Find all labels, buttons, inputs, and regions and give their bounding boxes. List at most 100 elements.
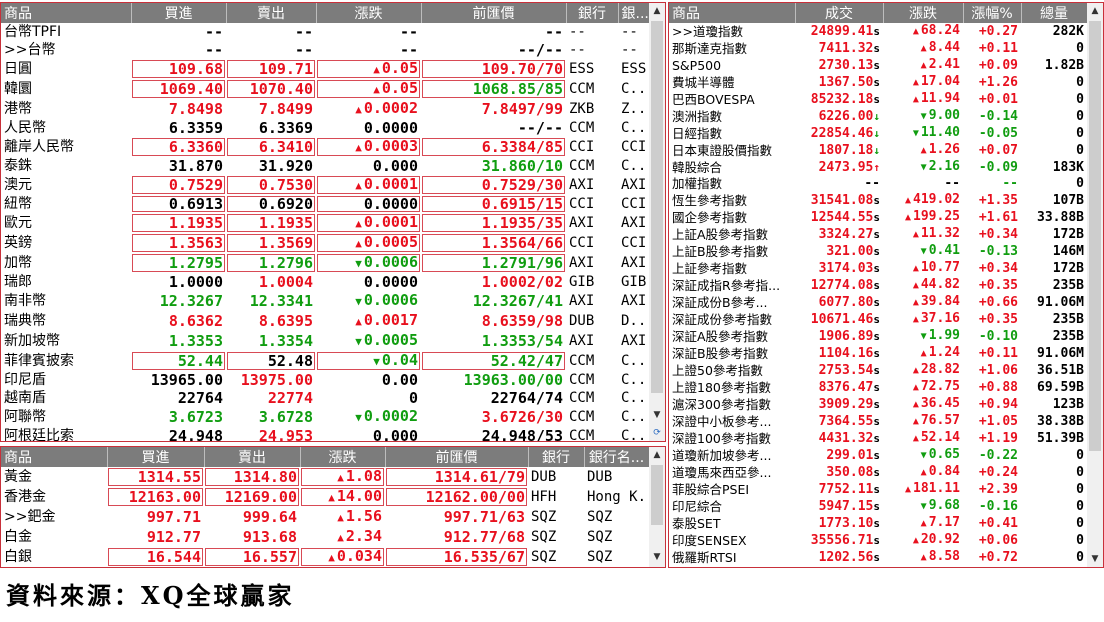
table-row[interactable]: 道瓊馬來西亞參... 350.08s ▲ 0.84 +0.24 0	[669, 464, 1087, 481]
table-row[interactable]: 泰股SET 1773.10s ▲ 7.17 +0.41 0	[669, 515, 1087, 532]
table-row[interactable]: 恆生參考指數 31541.08s ▲ 419.02 +1.35 107B	[669, 192, 1087, 209]
column-header[interactable]: 前匯價	[385, 447, 529, 467]
table-row[interactable]: 韓股綜合 2473.95↑ ▼ 2.16 -0.09 183K	[669, 159, 1087, 176]
metals-scroll-thumb[interactable]	[651, 465, 663, 525]
table-row[interactable]: 巴西BOVESPA 85232.18s ▲ 11.94 +0.01 0	[669, 91, 1087, 108]
table-row[interactable]: 印度SENSEX 35556.71s ▲ 20.92 +0.06 0	[669, 532, 1087, 549]
column-header[interactable]: 買進	[107, 447, 205, 467]
data-source-caption: 資料來源：XQ全球贏家	[6, 581, 295, 610]
table-row[interactable]: 日本東證股價指數 1807.18↓ ▲ 1.26 +0.07 0	[669, 142, 1087, 159]
indices-scroll-up-icon[interactable]: ▲	[1087, 3, 1103, 19]
table-row[interactable]: 白銀 16.544 16.557 ▲ 0.034 16.535/67 SQZ SQZ	[1, 547, 649, 567]
total-volume: 0	[1076, 481, 1084, 497]
table-row[interactable]: 上証參考指數 3174.03s ▲ 10.77 +0.34 172B	[669, 260, 1087, 277]
table-row[interactable]: >>鈀金 997.71 999.64 ▲ 1.56 997.71/63 SQZ SQZ	[1, 507, 649, 527]
table-row[interactable]: 深証A股參考指數 1906.89s ▼ 1.99 -0.10 235B	[669, 328, 1087, 345]
table-row[interactable]: 深証成指R參考指... 12774.08s ▲ 44.82 +0.35 235B	[669, 277, 1087, 294]
table-row[interactable]: 道瓊英國參考指數345.09s▼0.51-0.150	[669, 566, 1087, 567]
table-row[interactable]: 香港金 12163.00 12169.00 ▲ 14.00 12162.00/00 HFH H…	[1, 487, 649, 507]
table-row[interactable]: 印尼盾 13965.00 13975.00 0.00 13963.00/00 CCM C..…	[1, 371, 649, 389]
table-row[interactable]: 上證50參考指數 2753.54s ▲ 28.82 +1.06 36.51B	[669, 362, 1087, 379]
table-row[interactable]: 深証成份B參考... 6077.80s ▲ 39.84 +0.66 91.06M	[669, 294, 1087, 311]
column-header[interactable]: 銀行	[528, 447, 585, 467]
fx-scrollbar[interactable]: ▲ ▼ ⟳	[649, 3, 665, 441]
column-header[interactable]: 漲跌	[300, 447, 386, 467]
table-row[interactable]: 泰銖 31.870 31.920 0.000 31.860/10 CCM C...	[1, 157, 649, 175]
metals-scrollbar[interactable]: ▲ ▼	[649, 447, 665, 567]
table-row[interactable]: 俄羅斯RTSI 1202.56s ▲ 8.58 +0.72 0	[669, 549, 1087, 566]
table-row[interactable]: 韓圜1069.401070.40▲0.051068.85/85CCMC...	[1, 79, 649, 99]
indices-scroll-down-icon[interactable]: ▼	[1087, 551, 1103, 567]
table-row[interactable]: 印尼綜合 5947.15s ▼ 9.68 -0.16 0	[669, 498, 1087, 515]
prev-rate: 1.1935/35	[421, 213, 566, 233]
metals-scroll-down-icon[interactable]: ▼	[649, 549, 665, 565]
column-header[interactable]: 商品	[1, 447, 108, 467]
table-row[interactable]: 上證180參考指數 8376.47s ▲ 72.75 +0.88 69.59B	[669, 379, 1087, 396]
table-row[interactable]: 台幣TPFI -- -- -- -- -- --	[1, 23, 649, 41]
table-row[interactable]: 澳洲指數 6226.00↓ ▼ 9.00 -0.14 0	[669, 108, 1087, 125]
table-row[interactable]: 上証A股參考指數 3324.27s ▲ 11.32 +0.34 172B	[669, 226, 1087, 243]
table-row[interactable]: >>道瓊指數 24899.41s ▲ 68.24 +0.27 282K	[669, 23, 1087, 40]
table-row[interactable]: 英鎊 1.3563 1.3569 ▲ 0.0005 1.3564/66 CCI CCI	[1, 233, 649, 253]
metals-scroll-up-icon[interactable]: ▲	[649, 447, 665, 463]
table-row[interactable]: 紐幣 0.6913 0.6920 0.0000 0.6915/15 CCI CCI	[1, 195, 649, 213]
total-volume: 0	[1076, 447, 1084, 463]
column-header[interactable]: 商品	[1, 3, 132, 23]
bank-name: AXI	[621, 177, 647, 193]
column-header[interactable]: 銀行	[566, 3, 619, 23]
table-row[interactable]: 加幣 1.2795 1.2796 ▼ 0.0006 1.2791/96 AXI AXI	[1, 253, 649, 273]
column-header[interactable]: 買進	[131, 3, 227, 23]
column-header[interactable]: 漲跌	[316, 3, 422, 23]
table-row[interactable]: 深證中小板參考... 7364.55s ▲ 76.57 +1.05 38.38B	[669, 413, 1087, 430]
scroll-up-icon[interactable]: ▲	[649, 3, 665, 19]
table-row[interactable]: 道瓊新加坡參考... 299.01s ▼ 0.65 -0.22 0	[669, 447, 1087, 464]
table-row[interactable]: 滬深300參考指數 3909.29s ▲ 36.45 +0.94 123B	[669, 396, 1087, 413]
table-row[interactable]: 那斯達克指數 7411.32s ▲ 8.44 +0.11 0	[669, 40, 1087, 57]
scroll-down-icon[interactable]: ▼	[649, 407, 665, 423]
column-header[interactable]: 成交	[795, 3, 884, 23]
table-row[interactable]: 上証B股參考指數 321.00s ▼ 0.41 -0.13 146M	[669, 243, 1087, 260]
table-row[interactable]: 費城半導體 1367.50s ▲ 17.04 +1.26 0	[669, 74, 1087, 91]
table-row[interactable]: 南非幣 12.3267 12.3341 ▼ 0.0006 12.3267/41 AXI AXI	[1, 291, 649, 311]
table-row[interactable]: 深證100參考指數 4431.32s ▲ 52.14 +1.19 51.39B	[669, 430, 1087, 447]
table-row[interactable]: 日經指數 22854.46↓ ▼ 11.40 -0.05 0	[669, 125, 1087, 142]
table-row[interactable]: 黃金 1314.55 1314.80 ▲ 1.08 1314.61/79 DUB DUB	[1, 467, 649, 487]
table-row[interactable]: 白金 912.77 913.68 ▲ 2.34 912.77/68 SQZ SQZ	[1, 527, 649, 547]
table-row[interactable]: 越南盾 22764 22774 0 22764/74 CCM C...	[1, 389, 649, 407]
table-row[interactable]: 國企參考指數 12544.55s ▲ 199.25 +1.61 33.88B	[669, 209, 1087, 226]
column-header[interactable]: 銀行名...	[584, 447, 650, 467]
table-row[interactable]: 阿聯幣3.67233.6728▼0.00023.6726/30CCMC...	[1, 407, 649, 427]
table-row[interactable]: 日圓 109.68 109.71 ▲ 0.05 109.70/70 ESS ESS	[1, 59, 649, 79]
table-row[interactable]: 瑞典幣8.63628.6395▲0.00178.6359/98DUBD...	[1, 311, 649, 331]
table-row[interactable]: >>台幣 -- -- -- --/-- -- --	[1, 41, 649, 59]
indices-scroll-thumb[interactable]	[1089, 21, 1101, 451]
column-header[interactable]: 漲跌	[883, 3, 964, 23]
column-header[interactable]: 漲幅%	[963, 3, 1022, 23]
table-row[interactable]: 菲股綜合PSEI 7752.11s ▲ 181.11 +2.39 0	[669, 481, 1087, 498]
table-row[interactable]: 加權指數 -- -- -- 0	[669, 176, 1087, 192]
indices-scrollbar[interactable]: ▲ ▼	[1087, 3, 1103, 567]
column-header[interactable]: 賣出	[204, 447, 301, 467]
change-cell: --	[883, 176, 963, 192]
table-row[interactable]: S&P500 2730.13s ▲ 2.41 +0.09 1.82B	[669, 57, 1087, 74]
scroll-thumb[interactable]	[651, 21, 663, 393]
table-row[interactable]: 新加坡幣 1.3353 1.3354 ▼ 0.0005 1.3353/54 AXI AXI	[1, 331, 649, 351]
ask-value: --	[294, 23, 313, 41]
table-row[interactable]: 澳元 0.7529 0.7530 ▲ 0.0001 0.7529/30 AXI AXI	[1, 175, 649, 195]
table-row[interactable]: 阿根廷比索 24.948 24.953 0.000 24.948/53 CCM C...	[1, 427, 649, 441]
column-header[interactable]: 前匯價	[421, 3, 567, 23]
prev-rate: --	[544, 23, 563, 41]
column-header[interactable]: 銀...	[618, 3, 650, 23]
table-row[interactable]: 菲律賓披索52.4452.48▼0.0452.42/47CCMC...	[1, 351, 649, 371]
table-row[interactable]: 港幣7.84987.8499▲0.00027.8497/99ZKBZ...	[1, 99, 649, 119]
table-row[interactable]: 深証B股參考指數 1104.16s ▲ 1.24 +0.11 91.06M	[669, 345, 1087, 362]
table-row[interactable]: 離岸人民幣 6.3360 6.3410 ▲ 0.0003 6.3384/85 CCI CCI	[1, 137, 649, 157]
table-row[interactable]: 人民幣 6.3359 6.3369 0.0000 --/-- CCM C...	[1, 119, 649, 137]
resize-icon[interactable]: ⟳	[649, 425, 665, 441]
table-row[interactable]: 瑞郎 1.0000 1.0004 0.0000 1.0002/02 GIB GIB	[1, 273, 649, 291]
column-header[interactable]: 商品	[669, 3, 796, 23]
column-header[interactable]: 總量	[1021, 3, 1088, 23]
table-row[interactable]: 深証成份參考指數 10671.46s ▲ 37.16 +0.35 235B	[669, 311, 1087, 328]
column-header[interactable]: 賣出	[226, 3, 317, 23]
table-row[interactable]: 歐元 1.1935 1.1935 ▲ 0.0001 1.1935/35 AXI AXI	[1, 213, 649, 233]
